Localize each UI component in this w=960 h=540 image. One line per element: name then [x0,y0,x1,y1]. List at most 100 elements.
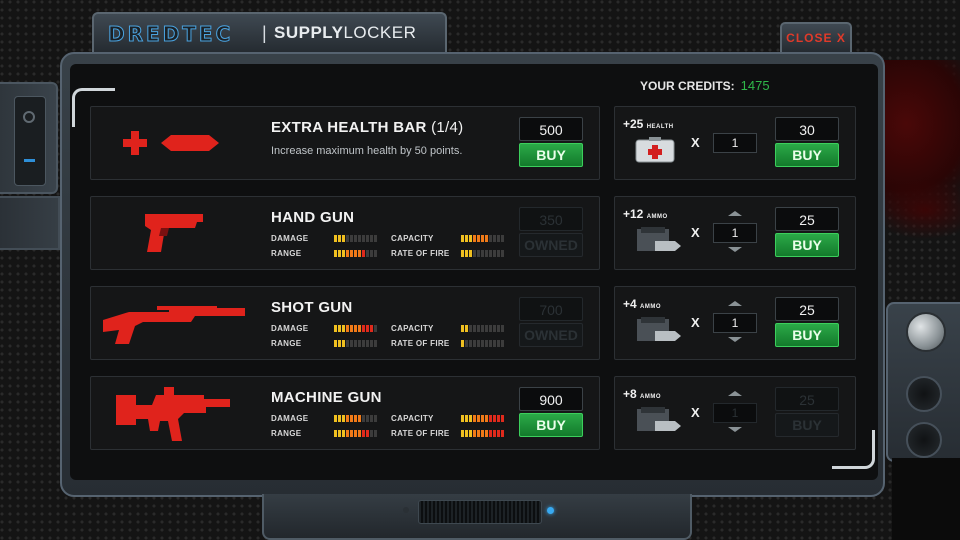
rate-of-fire-bar [461,250,504,257]
shotgun-icon [91,287,256,359]
rate-of-fire-label: RATE OF FIRE [391,429,450,438]
item-card: EXTRA HEALTH BAR (1/4) Increase maximum h… [90,106,600,180]
ammo-clip-icon [635,317,683,350]
minus-icon[interactable] [24,159,35,162]
ammo-buy-button[interactable]: BUY [775,143,839,167]
brand-logo: DREDTEC [107,22,234,47]
left-switch-slot [14,96,46,186]
medkit-icon [635,137,675,168]
ammo-price: 25 [775,297,839,321]
ammo-amount: +8 AMMO [623,387,661,401]
handgun-icon [91,197,256,269]
item-count: (1/4) [431,119,464,136]
credits-display: YOUR CREDITS: 1475 [640,78,770,93]
item-name: HAND GUN [271,209,354,226]
range-bar [334,250,377,257]
range-bar [334,340,377,347]
health-bar-icon [91,107,256,179]
damage-label: DAMAGE [271,234,309,243]
ammo-amount: +25 HEALTH [623,117,674,131]
ammo-unit: AMMO [640,304,662,310]
item-card: SHOT GUN DAMAGE RANGE CAPACITY RATE OF FIRE 7… [90,286,600,360]
item-card: HAND GUN DAMAGE RANGE CAPACITY RATE OF FIRE 3… [90,196,600,270]
machinegun-icon [91,377,256,449]
item-name-text: SHOT GUN [271,299,353,316]
range-label: RANGE [271,249,302,258]
damage-label: DAMAGE [271,414,309,423]
close-button[interactable]: CLOSE X [780,22,852,52]
dial-knob[interactable] [906,312,946,352]
multiply-sign: X [691,225,700,240]
ammo-price: 25 [775,207,839,231]
rate-of-fire-bar [461,340,504,347]
credits-value: 1475 [740,78,770,93]
owned-button: OWNED [519,233,583,257]
multiply-sign: X [691,315,700,330]
ammo-amount-value: +8 [623,387,637,401]
socket-icon [906,422,942,458]
quantity-input[interactable] [713,313,757,333]
ammo-card: +25 HEALTH X 30BUY [614,106,856,180]
item-price: 700 [519,297,583,321]
quantity-input[interactable] [713,223,757,243]
item-name: EXTRA HEALTH BAR (1/4) [271,119,463,136]
socket-icon [906,376,942,412]
ammo-unit: AMMO [640,394,662,400]
item-name-text: EXTRA HEALTH BAR [271,119,427,136]
qty-down-arrow-icon[interactable] [728,427,742,432]
item-price: 500 [519,117,583,141]
header-tab: DREDTEC | SUPPLYLOCKER [92,12,447,52]
credits-label: YOUR CREDITS: [640,79,735,93]
title-separator: | [262,23,267,43]
ammo-price: 30 [775,117,839,141]
rate-of-fire-label: RATE OF FIRE [391,339,450,348]
title-bold: SUPPLY [274,23,344,42]
item-name-text: MACHINE GUN [271,389,382,406]
qty-up-arrow-icon[interactable] [728,211,742,216]
quantity-input[interactable] [713,403,757,423]
owned-button: OWNED [519,323,583,347]
ammo-buy-button[interactable]: BUY [775,233,839,257]
ammo-price: 25 [775,387,839,411]
qty-up-arrow-icon[interactable] [728,391,742,396]
qty-down-arrow-icon[interactable] [728,337,742,342]
ammo-amount-value: +12 [623,207,644,221]
capacity-label: CAPACITY [391,324,434,333]
range-label: RANGE [271,429,302,438]
range-bar [334,430,377,437]
rate-of-fire-bar [461,430,504,437]
ammo-amount-value: +25 [623,117,644,131]
rate-of-fire-label: RATE OF FIRE [391,249,450,258]
ammo-amount: +12 AMMO [623,207,668,221]
power-icon[interactable] [23,111,35,123]
damage-label: DAMAGE [271,324,309,333]
title-rest: LOCKER [343,23,417,42]
ammo-card: +12 AMMO X 25BUY [614,196,856,270]
page-dot-active-icon[interactable] [547,507,554,514]
quantity-input[interactable] [713,133,757,153]
range-label: RANGE [271,339,302,348]
item-name: MACHINE GUN [271,389,382,406]
page-dot-icon[interactable] [403,507,409,513]
ammo-buy-button: BUY [775,413,839,437]
ammo-buy-button[interactable]: BUY [775,323,839,347]
multiply-sign: X [691,405,700,420]
capacity-label: CAPACITY [391,414,434,423]
damage-bar [334,235,377,242]
ammo-clip-icon [635,407,683,440]
damage-bar [334,325,377,332]
page-indicator-slot [418,500,542,524]
qty-up-arrow-icon[interactable] [728,301,742,306]
capacity-bar [461,415,504,422]
buy-button[interactable]: BUY [519,143,583,167]
damage-bar [334,415,377,422]
right-panel-shadow [892,458,960,540]
buy-button[interactable]: BUY [519,413,583,437]
left-control-panel [0,82,58,194]
item-price: 900 [519,387,583,411]
ammo-unit: AMMO [646,214,668,220]
qty-down-arrow-icon[interactable] [728,247,742,252]
left-panel-plate [0,196,60,250]
item-name: SHOT GUN [271,299,353,316]
item-card: MACHINE GUN DAMAGE RANGE CAPACITY RATE OF FI… [90,376,600,450]
